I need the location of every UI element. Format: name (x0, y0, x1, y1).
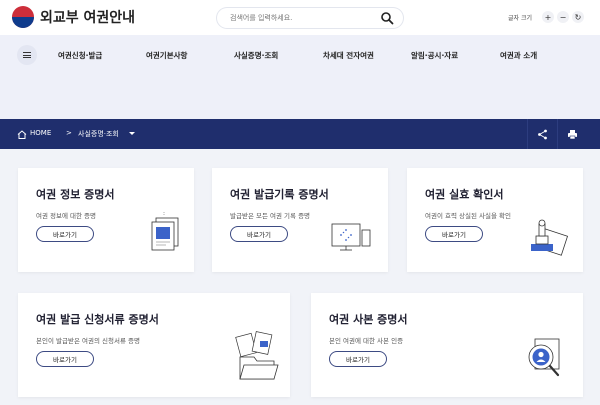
card-title: 여권 정보 증명서 (36, 188, 115, 201)
font-increase-button[interactable]: + (542, 11, 554, 23)
card-title: 여권 발급 신청서류 증명서 (36, 313, 159, 326)
top-header: 외교부 여권안내 글자 크기 + − ↻ (0, 0, 600, 35)
goto-button[interactable]: 바로가기 (329, 351, 387, 367)
card-application-docs[interactable]: 여권 발급 신청서류 증명서 본인이 발급받은 여권의 신청서류 증명 바로가기 (18, 293, 290, 397)
card-desc: 본인이 발급받은 여권의 신청서류 증명 (36, 337, 140, 345)
card-desc: 본인 여권에 대한 사본 인증 (329, 337, 404, 345)
goto-button[interactable]: 바로가기 (36, 226, 94, 242)
logo-text: 외교부 여권안내 (40, 10, 136, 26)
font-reset-button[interactable]: ↻ (572, 11, 584, 23)
card-passport-info[interactable]: 여권 정보 증명서 여권 정보에 대한 증명 바로가기 (18, 168, 194, 272)
card-copy-certificate[interactable]: 여권 사본 증명서 본인 여권에 대한 사본 인증 바로가기 (311, 293, 583, 397)
printer-icon (568, 129, 577, 139)
goto-button[interactable]: 바로가기 (425, 226, 483, 242)
document-stack-icon (151, 212, 179, 251)
taegeuk-logo-icon (12, 6, 34, 28)
search-icon[interactable] (380, 11, 394, 25)
magnifier-id-icon (528, 338, 560, 377)
search-bar (216, 7, 404, 29)
breadcrumb-separator: > (66, 129, 72, 137)
goto-button[interactable]: 바로가기 (36, 351, 94, 367)
nav-item-about[interactable]: 여권과 소개 (500, 50, 537, 61)
share-icon (538, 129, 547, 139)
card-desc: 여권이 효력 상실된 사실을 확인 (425, 212, 512, 220)
home-icon[interactable] (17, 130, 27, 139)
card-title: 여권 발급기록 증명서 (230, 188, 329, 201)
nav-item-e-passport[interactable]: 차세대 전자여권 (323, 50, 374, 61)
nav-item-notices[interactable]: 알림·공시·자료 (411, 50, 458, 61)
nav-item-certificates[interactable]: 사실증명·조회 (234, 50, 278, 61)
card-invalidation[interactable]: 여권 실효 확인서 여권이 효력 상실된 사실을 확인 바로가기 (407, 168, 583, 272)
card-title: 여권 실효 확인서 (425, 188, 504, 201)
nav-item-passport-apply[interactable]: 여권신청·발급 (58, 50, 102, 61)
font-size-control: 글자 크기 + − ↻ (508, 11, 584, 23)
hamburger-icon (23, 52, 31, 58)
chevron-down-icon[interactable] (129, 132, 135, 135)
font-size-label: 글자 크기 (508, 14, 532, 22)
search-input[interactable] (230, 14, 370, 22)
menu-button[interactable] (17, 45, 37, 65)
folder-documents-icon (235, 331, 279, 380)
print-button[interactable] (557, 119, 587, 149)
site-logo[interactable]: 외교부 여권안내 (12, 6, 135, 28)
breadcrumb-current[interactable]: 사실증명·조회 (78, 129, 119, 139)
breadcrumb-home[interactable]: HOME (30, 129, 51, 137)
nav-spacer (0, 75, 600, 119)
share-button[interactable] (527, 119, 557, 149)
main-nav: 여권신청·발급 여권기본사항 사실증명·조회 차세대 전자여권 알림·공시·자료… (0, 35, 600, 75)
nav-item-passport-basics[interactable]: 여권기본사항 (146, 50, 187, 61)
card-title: 여권 사본 증명서 (329, 313, 408, 326)
computer-loading-icon (331, 223, 371, 251)
card-issuance-record[interactable]: 여권 발급기록 증명서 발급받은 모든 여권 기록 증명 바로가기 (212, 168, 388, 272)
breadcrumb-bar: HOME > 사실증명·조회 (0, 119, 600, 149)
stamp-icon (531, 219, 569, 256)
goto-button[interactable]: 바로가기 (230, 226, 288, 242)
font-decrease-button[interactable]: − (557, 11, 569, 23)
card-desc: 발급받은 모든 여권 기록 증명 (230, 212, 311, 220)
card-desc: 여권 정보에 대한 증명 (36, 212, 97, 220)
